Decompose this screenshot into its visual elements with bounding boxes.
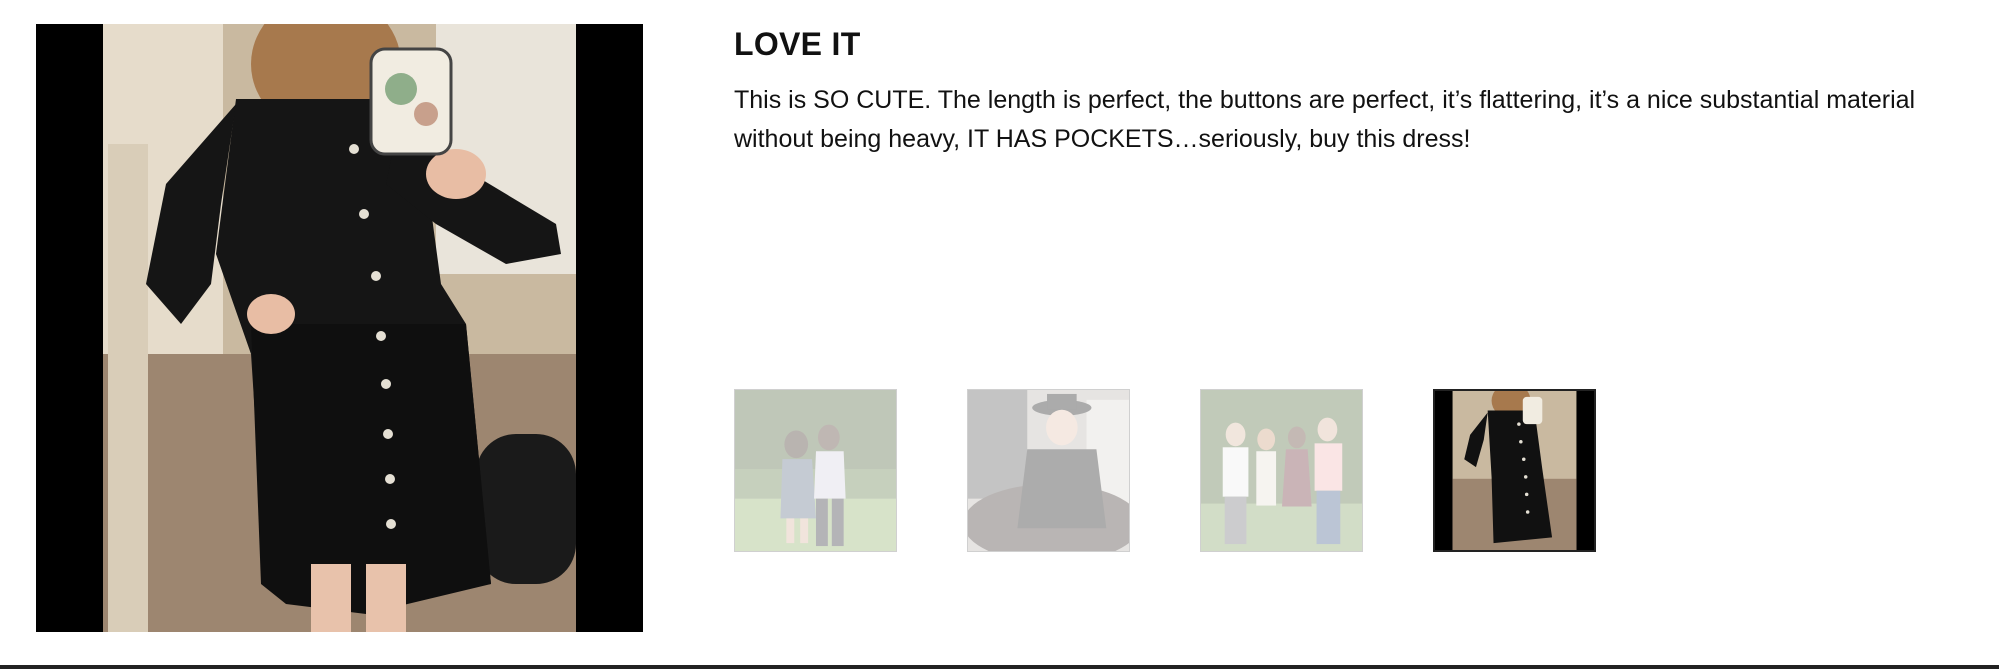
section-divider xyxy=(0,665,1999,669)
thumbnail-2[interactable] xyxy=(967,389,1130,552)
couple-outdoors-photo-icon xyxy=(735,390,896,551)
group-of-four-photo-icon xyxy=(1201,390,1362,551)
review-body: This is SO CUTE. The length is perfect, … xyxy=(734,86,1916,153)
woman-black-hat-photo-icon xyxy=(968,390,1129,551)
thumbnail-4[interactable] xyxy=(1433,389,1596,552)
review-title: LOVE IT xyxy=(734,26,861,62)
main-review-photo[interactable] xyxy=(36,24,643,632)
thumbnail-1[interactable] xyxy=(734,389,897,552)
dress-selfie-image xyxy=(36,24,643,632)
thumbnail-3[interactable] xyxy=(1200,389,1363,552)
dress-selfie-photo-icon xyxy=(1435,391,1594,550)
